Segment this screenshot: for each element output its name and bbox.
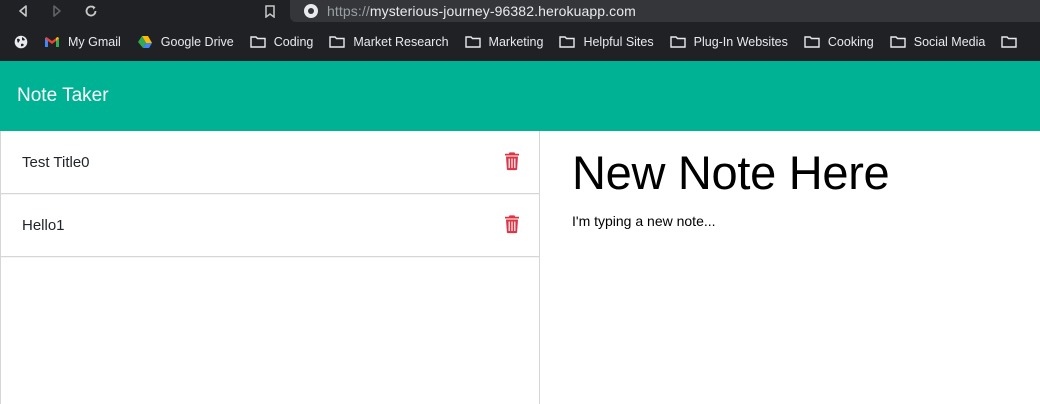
folder-icon — [464, 35, 481, 48]
bookmark-label: Social Media — [913, 34, 986, 49]
address-bar[interactable]: https://mysterious-journey-96382.herokua… — [290, 0, 1040, 22]
folder-icon — [329, 35, 346, 48]
app-navbar: Note Taker — [0, 61, 1040, 131]
note-editor: New Note Here I'm typing a new note... — [540, 131, 1040, 404]
trash-icon[interactable] — [504, 215, 520, 234]
bookmarks-bar: My Gmail Google Drive Coding Market Rese… — [0, 22, 1040, 61]
browser-toolbar: https://mysterious-journey-96382.herokua… — [0, 0, 1040, 22]
folder-icon — [669, 35, 686, 48]
note-title[interactable]: Hello1 — [22, 217, 65, 234]
bookmark-label: Helpful Sites — [583, 34, 654, 49]
apps-button[interactable] — [14, 35, 28, 49]
folder-icon — [804, 35, 820, 48]
brand-link[interactable]: Note Taker — [17, 85, 109, 107]
list-item[interactable]: Hello1 — [1, 194, 539, 257]
bookmark-folder-market-research[interactable]: Market Research — [329, 34, 449, 49]
bookmark-folder-social-media[interactable]: Social Media — [890, 34, 986, 49]
bookmark-folder-cooking[interactable]: Cooking — [804, 35, 874, 49]
bookmark-folder-helpful-sites[interactable]: Helpful Sites — [559, 34, 654, 49]
back-button[interactable] — [6, 0, 40, 22]
note-title[interactable]: Test Title0 — [22, 154, 90, 171]
reload-button[interactable] — [74, 0, 108, 22]
trash-icon[interactable] — [504, 152, 520, 171]
bookmark-folder-overflow[interactable] — [1001, 35, 1025, 48]
url-text[interactable]: https://mysterious-journey-96382.herokua… — [327, 3, 636, 19]
bookmark-page-button[interactable] — [252, 4, 288, 18]
bookmark-folder-coding[interactable]: Coding — [250, 34, 314, 49]
folder-icon — [250, 35, 266, 48]
bookmark-google-drive[interactable]: Google Drive — [137, 35, 234, 49]
forward-button[interactable] — [40, 0, 74, 22]
main-content: Test Title0 Hello1 New Note Here I'm typ… — [0, 131, 1040, 404]
bookmark-label: Market Research — [353, 34, 449, 49]
folder-icon — [890, 35, 906, 48]
list-item[interactable]: Test Title0 — [1, 131, 539, 194]
url-host: mysterious-journey-96382.herokuapp.com — [369, 3, 636, 19]
bookmark-label: My Gmail — [68, 34, 121, 49]
bookmark-label: Marketing — [488, 34, 544, 49]
reload-icon — [85, 5, 97, 17]
note-text-area[interactable]: I'm typing a new note... — [572, 213, 716, 229]
back-arrow-icon — [19, 5, 27, 17]
url-scheme: https:// — [327, 3, 370, 19]
bookmark-label: Google Drive — [160, 34, 234, 49]
bookmark-my-gmail[interactable]: My Gmail — [44, 35, 121, 49]
note-title-input[interactable]: New Note Here — [572, 145, 890, 200]
gmail-icon — [44, 36, 60, 48]
bookmark-label: Cooking — [827, 34, 874, 49]
globe-icon — [14, 35, 28, 48]
note-list: Test Title0 Hello1 — [1, 131, 539, 257]
google-drive-icon — [137, 35, 153, 49]
bookmark-label: Coding — [273, 34, 314, 49]
site-info-icon[interactable] — [304, 4, 318, 18]
notes-list-panel: Test Title0 Hello1 — [0, 131, 540, 404]
bookmark-folder-marketing[interactable]: Marketing — [464, 34, 544, 49]
folder-icon — [559, 35, 576, 48]
bookmark-label: Plug-In Websites — [693, 34, 788, 49]
folder-icon — [1001, 35, 1018, 48]
forward-arrow-icon — [53, 5, 61, 17]
bookmark-folder-plug-in-websites[interactable]: Plug-In Websites — [669, 34, 788, 49]
bookmark-icon — [265, 4, 275, 18]
